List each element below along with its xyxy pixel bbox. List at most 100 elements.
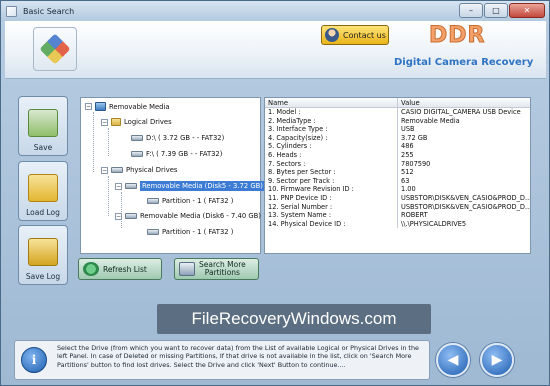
save-log-button[interactable]: Save Log	[18, 225, 68, 285]
tree-item-drive-f[interactable]: F:\ ( 7.39 GB - - FAT32)	[131, 150, 222, 158]
folder-icon	[111, 118, 121, 126]
tree-item-disk5-partition[interactable]: Partition - 1 ( FAT32 )	[147, 197, 233, 205]
drive-icon	[125, 183, 137, 189]
minimize-button[interactable]: –	[459, 3, 483, 18]
table-body: 1. Model : CASIO DIGITAL_CAMERA USB Devic…	[265, 108, 530, 229]
property-name: 8. Bytes per Sector :	[265, 168, 398, 177]
property-value: USB	[401, 125, 415, 134]
search-more-partitions-button[interactable]: Search More Partitions	[174, 258, 259, 280]
contact-us-label: Contact us	[343, 30, 386, 40]
disk5-label: Removable Media (Disk5 - 3.72 GB)	[140, 181, 265, 191]
table-row[interactable]: 1. Model : CASIO DIGITAL_CAMERA USB Devic…	[265, 108, 530, 117]
title-bar[interactable]: Basic Search – □ ✕	[1, 1, 549, 21]
search-more-line2: Partitions	[204, 268, 240, 277]
refresh-list-button[interactable]: Refresh List	[78, 258, 162, 280]
tree-item-disk6-partition[interactable]: Partition - 1 ( FAT32 )	[147, 228, 233, 236]
tree-item-disk6[interactable]: − Removable Media (Disk6 - 7.40 GB)	[115, 212, 261, 220]
property-name: 9. Sector per Track :	[265, 176, 398, 186]
table-row[interactable]: 12. Serial Number : USBSTOR\DISK&VEN_CASI…	[265, 202, 530, 212]
table-row[interactable]: 7. Sectors :7807590	[265, 159, 530, 169]
tree-logical-drives[interactable]: − Logical Drives	[101, 118, 172, 126]
tree-root-label: Removable Media	[109, 102, 170, 111]
save-log-label: Save Log	[25, 272, 61, 281]
property-name: 10. Firmware Revision ID :	[265, 185, 398, 194]
app-icon	[6, 5, 17, 17]
property-value: USBSTOR\DISK&VEN_CASIO&PROD_D...	[401, 193, 530, 202]
folder-save-icon	[28, 238, 58, 266]
disk6-label: Removable Media (Disk6 - 7.40 GB)	[140, 212, 261, 220]
property-value: Removable Media	[401, 116, 460, 125]
property-name: 6. Heads :	[265, 150, 398, 160]
load-log-button[interactable]: Load Log	[18, 161, 68, 221]
drive-tree[interactable]: − Removable Media − Logical Drives D:\ (…	[80, 97, 265, 254]
table-row[interactable]: 11. PNP Device ID : USBSTOR\DISK&VEN_CASI…	[265, 193, 530, 203]
property-name: 3. Interface Type :	[265, 125, 398, 134]
tree-logical-label: Logical Drives	[124, 118, 172, 126]
next-button[interactable]: ▶	[480, 343, 514, 377]
property-name: 13. System Name :	[265, 211, 398, 220]
tree-physical-drives[interactable]: − Physical Drives	[101, 166, 177, 174]
close-button[interactable]: ✕	[509, 3, 545, 18]
drive-icon	[131, 151, 143, 157]
column-header-name[interactable]: Name	[265, 98, 398, 107]
maximize-button[interactable]: □	[484, 3, 508, 18]
table-row[interactable]: 5. Cylinders :486	[265, 142, 530, 151]
watermark: FileRecoveryWindows.com	[157, 304, 431, 334]
table-row[interactable]: 8. Bytes per Sector :512	[265, 168, 530, 177]
property-value: USBSTOR\DISK&VEN_CASIO&PROD_D...	[401, 202, 530, 211]
table-row[interactable]: 9. Sector per Track :63	[265, 176, 530, 186]
table-row[interactable]: 4. Capacity(size) :3.72 GB	[265, 133, 530, 143]
collapse-icon[interactable]: −	[115, 182, 122, 190]
drive-properties-table[interactable]: Name Value 1. Model : CASIO DIGITAL_CAMER…	[264, 97, 531, 254]
property-value: 486	[401, 142, 414, 151]
computer-icon	[95, 102, 106, 111]
column-header-value[interactable]: Value	[398, 98, 530, 107]
property-value: 3.72 GB	[401, 133, 428, 142]
drive-icon	[131, 135, 143, 141]
brand-logo: DDR	[428, 23, 486, 49]
search-more-label: Search More Partitions	[199, 261, 246, 277]
collapse-icon[interactable]: −	[101, 166, 108, 174]
folder-open-icon	[28, 174, 58, 202]
checker-logo-icon	[39, 33, 71, 65]
collapse-icon[interactable]: −	[101, 118, 108, 126]
save-icon	[28, 109, 58, 137]
collapse-icon[interactable]: −	[115, 212, 122, 220]
property-value: 7807590	[401, 159, 431, 168]
arrow-right-icon: ▶	[491, 352, 503, 368]
drive-icon	[125, 213, 137, 219]
table-row[interactable]: 6. Heads :255	[265, 150, 530, 160]
property-name: 4. Capacity(size) :	[265, 133, 398, 143]
info-text: Select the Drive (from which you want to…	[57, 344, 419, 369]
app-logo	[33, 27, 77, 71]
info-panel: i Select the Drive (from which you want …	[14, 340, 430, 380]
table-row[interactable]: 2. MediaType : Removable Media	[265, 116, 530, 126]
property-value: ROBERT	[401, 211, 428, 220]
refresh-icon	[83, 262, 99, 276]
collapse-icon[interactable]: −	[85, 103, 92, 110]
table-row[interactable]: 13. System Name : ROBERT	[265, 211, 530, 220]
disk5-partition-label: Partition - 1 ( FAT32 )	[162, 197, 234, 205]
disk6-partition-label: Partition - 1 ( FAT32 )	[162, 228, 234, 236]
header-banner: Contact us DDR Digital Camera Recovery	[5, 21, 546, 79]
drive-icon	[147, 198, 159, 204]
save-button[interactable]: Save	[18, 96, 68, 156]
tree-root[interactable]: − Removable Media	[85, 102, 170, 111]
tree-item-drive-d[interactable]: D:\ ( 3.72 GB - - FAT32)	[131, 134, 224, 142]
contact-us-button[interactable]: Contact us	[321, 25, 389, 45]
property-name: 2. MediaType :	[265, 116, 398, 126]
table-row[interactable]: 10. Firmware Revision ID :1.00	[265, 185, 530, 194]
property-name: 1. Model :	[265, 108, 398, 117]
table-row[interactable]: 14. Physical Device ID : \\.\PHYSICALDRIV…	[265, 219, 530, 229]
property-name: 7. Sectors :	[265, 159, 398, 169]
property-name: 11. PNP Device ID :	[265, 193, 398, 203]
info-icon: i	[21, 347, 47, 373]
product-name: Digital Camera Recovery	[394, 57, 534, 68]
table-row[interactable]: 3. Interface Type : USB	[265, 125, 530, 134]
save-label: Save	[33, 143, 53, 152]
back-button[interactable]: ◀	[436, 343, 470, 377]
tree-item-disk5[interactable]: − Removable Media (Disk5 - 3.72 GB)	[115, 181, 265, 191]
window-title: Basic Search	[23, 6, 75, 16]
property-name: 5. Cylinders :	[265, 142, 398, 151]
property-value: 63	[401, 176, 410, 185]
